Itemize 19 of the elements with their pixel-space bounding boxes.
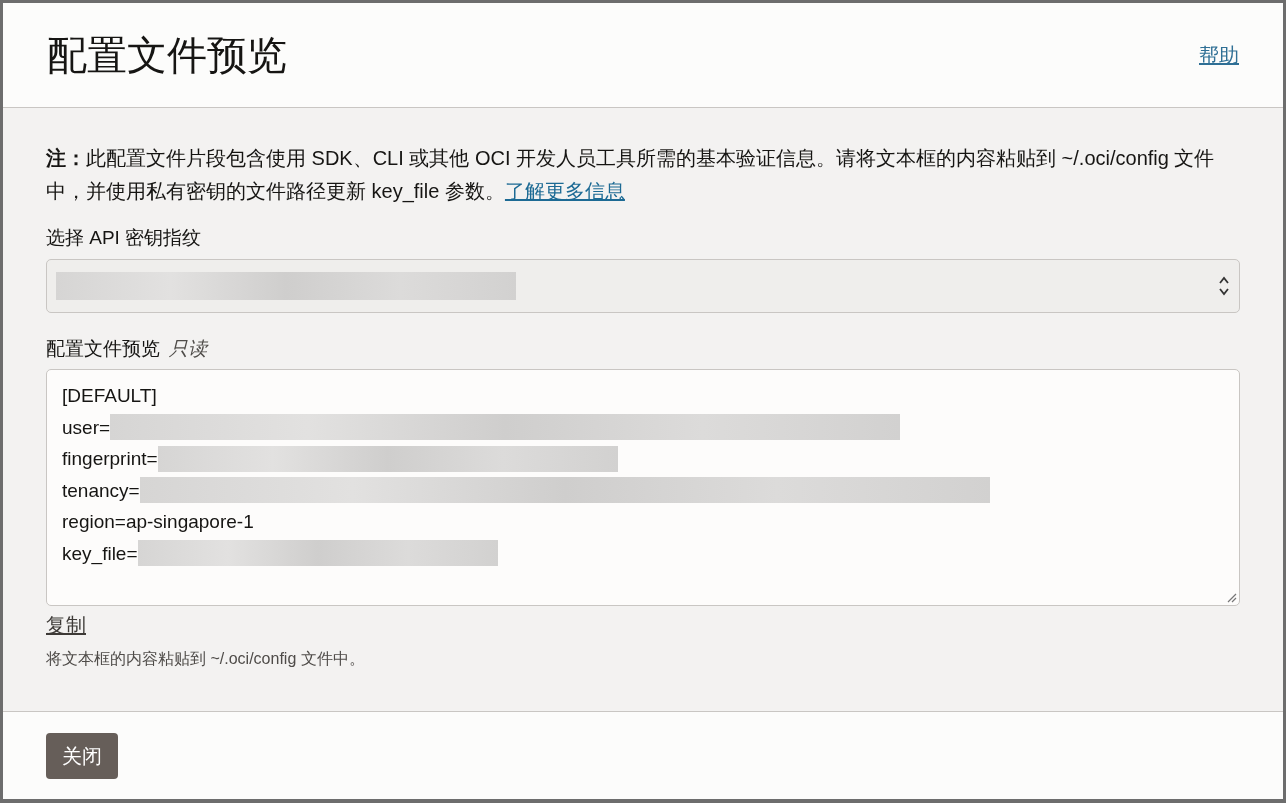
config-textarea[interactable]: [DEFAULT] user= fingerprint= tenancy= region=ap-singapore-1 key_file= (46, 369, 1240, 606)
dialog-title: 配置文件预览 (47, 32, 287, 79)
learn-more-link[interactable]: 了解更多信息 (504, 180, 625, 202)
readonly-hint: 只读 (169, 337, 208, 359)
resize-grip-icon[interactable] (1227, 593, 1237, 603)
help-link[interactable]: 帮助 (1199, 40, 1239, 70)
config-line: user= (62, 415, 111, 440)
config-line: region=ap-singapore-1 (62, 510, 254, 534)
config-line: [DEFAULT] (62, 384, 157, 408)
field-label: 配置文件预览 (46, 337, 160, 359)
chevron-updown-icon (1218, 274, 1230, 297)
note-paragraph: 注：此配置文件片段包含使用 SDK、CLI 或其他 OCI 开发人员工具所需的基本验证信息。请将文本框的内容粘贴到 ~/.oci/config 文件中，并使用私有密钥的文件路径更新 key_file 参数。了解更多信息 (46, 146, 1216, 205)
helper-text: 将文本框的内容粘贴到 ~/.oci/config 文件中。 (46, 648, 366, 669)
config-line: fingerprint= (62, 447, 158, 471)
close-button[interactable]: 关闭 (46, 732, 118, 779)
field-label: 选择 API 密钥指纹 (46, 226, 203, 250)
copy-link[interactable]: 复制 (46, 610, 86, 640)
config-line: tenancy= (62, 478, 140, 503)
config-line: key_file= (62, 541, 138, 567)
